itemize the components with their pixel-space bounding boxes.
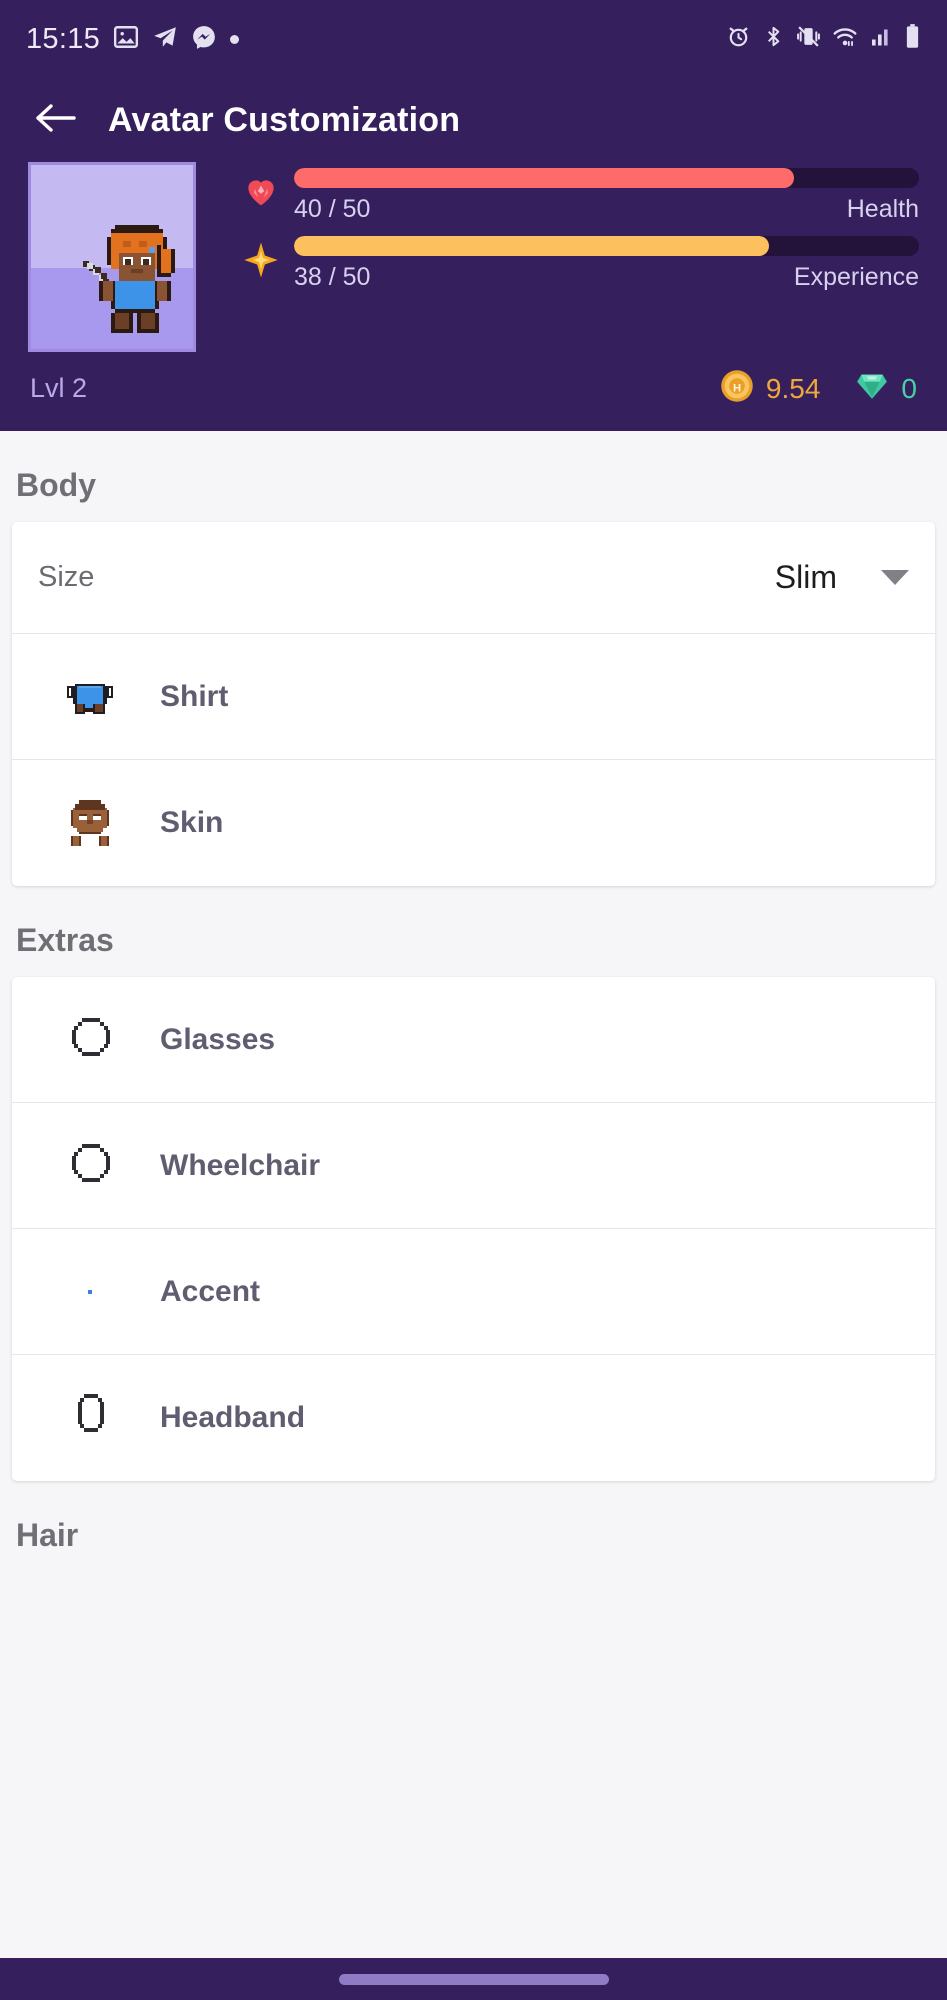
gem-value: 0: [901, 372, 917, 404]
shirt-sprite-icon: [34, 666, 146, 728]
gold-value: 9.54: [765, 372, 821, 404]
section-title-extras: Extras: [16, 922, 114, 958]
content-area: Body Size Slim Shirt Skin Extras Glasses…: [0, 431, 947, 1572]
section-title-body: Body: [16, 467, 96, 503]
glasses-label: Glasses: [160, 1022, 276, 1056]
stats-column: 40 / 50 Health 38 / 50 Experience: [238, 162, 919, 304]
size-value: Slim: [774, 559, 837, 595]
experience-value: 38 / 50: [294, 263, 371, 291]
experience-bar-fill: [294, 236, 769, 256]
health-bar-track: [294, 168, 919, 188]
experience-bar-track: [294, 236, 919, 256]
avatar-preview[interactable]: [28, 162, 196, 352]
blue-dot-icon: [34, 1262, 146, 1322]
photos-icon: [113, 24, 139, 55]
health-label: Health: [846, 195, 919, 223]
home-indicator[interactable]: [338, 1973, 609, 1985]
sparkle-icon: [238, 236, 284, 280]
row-wheelchair[interactable]: Wheelchair: [12, 1103, 935, 1229]
avatar-sprite-icon: [83, 225, 175, 333]
gem-currency[interactable]: 0: [854, 369, 917, 408]
system-navigation-bar: [0, 1958, 947, 2000]
app-screen: 15:15 Avatar Customization 40 / 50 Healt…: [0, 0, 947, 2000]
level-currency-row: Lvl 2 H 9.54 0: [0, 352, 947, 409]
dot-icon: [230, 34, 240, 44]
section-title-hair: Hair: [16, 1517, 79, 1553]
row-glasses[interactable]: Glasses: [12, 977, 935, 1103]
page-title: Avatar Customization: [108, 100, 461, 139]
hero-row: 40 / 50 Health 38 / 50 Experience: [0, 162, 947, 352]
chevron-down-icon[interactable]: [881, 570, 909, 585]
skin-sprite-icon: [34, 792, 146, 854]
extras-card: Glasses Wheelchair Accent Headband: [12, 977, 935, 1481]
svg-text:H: H: [733, 382, 741, 394]
alarm-icon: [726, 24, 751, 54]
row-skin[interactable]: Skin: [12, 760, 935, 886]
size-label: Size: [38, 561, 95, 593]
heart-icon: [238, 168, 284, 210]
row-accent[interactable]: Accent: [12, 1229, 935, 1355]
skin-label: Skin: [160, 806, 224, 839]
signal-icon: [869, 24, 893, 54]
experience-stat-body: 38 / 50 Experience: [294, 236, 919, 292]
experience-labels: 38 / 50 Experience: [294, 263, 919, 292]
body-card: Size Slim Shirt Skin: [12, 522, 935, 886]
health-value: 40 / 50: [294, 195, 371, 223]
empty-octagon-icon: [34, 1136, 146, 1196]
row-shirt[interactable]: Shirt: [12, 634, 935, 760]
row-headband[interactable]: Headband: [12, 1355, 935, 1481]
app-bar: Avatar Customization: [0, 78, 947, 162]
status-bar-right: [726, 23, 921, 55]
experience-label: Experience: [793, 263, 919, 291]
health-labels: 40 / 50 Health: [294, 195, 919, 224]
status-bar-left: 15:15: [26, 22, 240, 56]
vibrate-icon: [796, 24, 821, 54]
gold-coin-icon: H: [719, 368, 755, 409]
gem-icon: [854, 369, 890, 408]
wifi-icon: [832, 24, 858, 55]
shirt-label: Shirt: [160, 679, 229, 713]
telegram-icon: [152, 24, 178, 55]
size-select[interactable]: Slim: [775, 559, 909, 596]
empty-octagon-icon: [34, 1010, 146, 1070]
messenger-icon: [191, 24, 217, 55]
back-arrow-icon: [33, 101, 77, 140]
row-size[interactable]: Size Slim: [12, 522, 935, 634]
battery-icon: [904, 23, 921, 55]
accent-label: Accent: [160, 1274, 261, 1308]
status-time: 15:15: [26, 22, 101, 55]
stat-row-health: 40 / 50 Health: [238, 168, 919, 224]
page-header: Avatar Customization 40 / 50 Health 38 /…: [0, 78, 947, 431]
back-button[interactable]: [28, 93, 82, 147]
wheelchair-label: Wheelchair: [160, 1148, 321, 1182]
status-bar: 15:15: [0, 0, 947, 78]
gold-currency[interactable]: H 9.54: [719, 368, 821, 409]
health-stat-body: 40 / 50 Health: [294, 168, 919, 224]
empty-oval-icon: [34, 1388, 146, 1448]
currency-group: H 9.54 0: [719, 368, 917, 409]
bluetooth-icon: [762, 24, 785, 54]
stat-row-experience: 38 / 50 Experience: [238, 236, 919, 292]
headband-label: Headband: [160, 1401, 306, 1434]
health-bar-fill: [294, 168, 794, 188]
level-label: Lvl 2: [30, 373, 88, 403]
